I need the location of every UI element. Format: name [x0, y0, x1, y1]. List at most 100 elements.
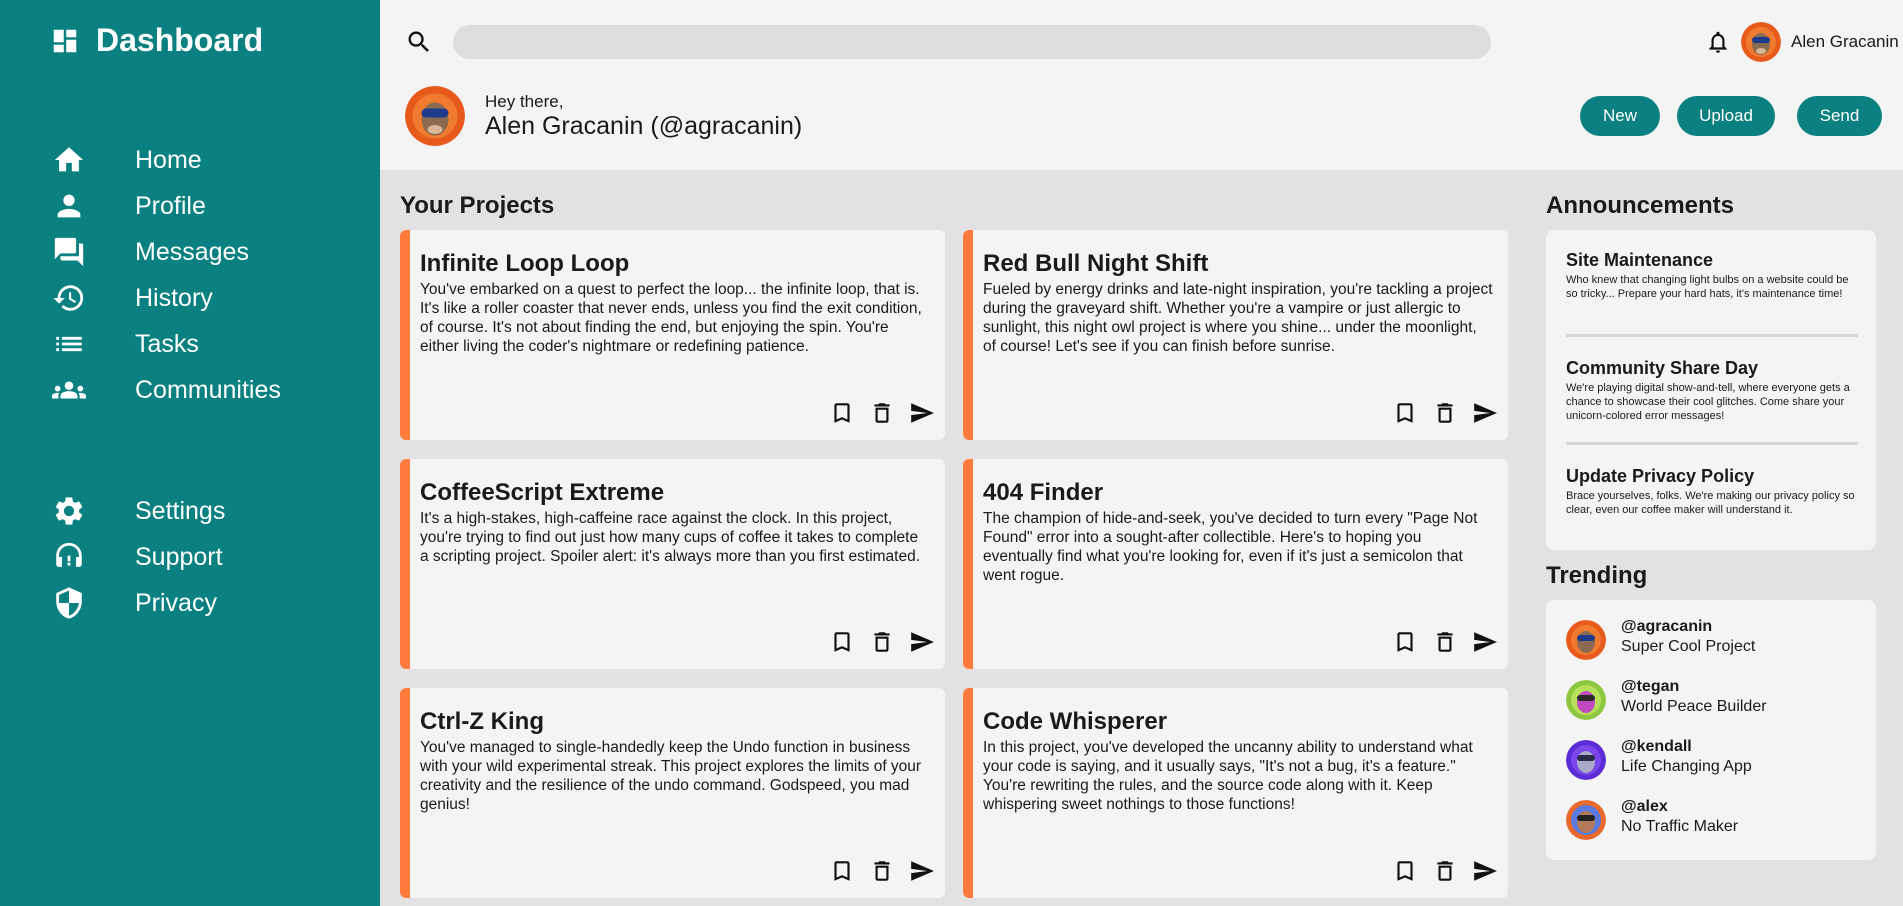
project-card[interactable]: 404 Finder The champion of hide-and-seek… — [963, 459, 1508, 669]
announcement-description: Who knew that changing light bulbs on a … — [1566, 274, 1849, 300]
sidebar-item-settings[interactable]: Settings — [50, 488, 370, 534]
project-card[interactable]: Code Whisperer In this project, you've d… — [963, 688, 1508, 898]
announcements-title: Announcements — [1546, 192, 1735, 219]
project-description: In this project, you've developed the un… — [983, 739, 1473, 813]
project-description: It's a high-stakes, high-caffeine race a… — [420, 510, 921, 565]
send-icon[interactable] — [909, 629, 935, 655]
dashboard-icon — [53, 29, 77, 52]
home-icon — [50, 141, 88, 179]
sidebar-item-privacy[interactable]: Privacy — [50, 580, 370, 626]
avatar — [1566, 620, 1606, 660]
project-description: Fueled by energy drinks and late-night i… — [983, 281, 1493, 355]
bookmark-icon[interactable] — [829, 858, 855, 884]
send-icon[interactable] — [1472, 858, 1498, 884]
bookmark-icon[interactable] — [1392, 629, 1418, 655]
card-accent — [400, 688, 410, 898]
announcement-item[interactable]: Community Share Day We're playing digita… — [1566, 358, 1858, 423]
project-title: Red Bull Night Shift — [983, 250, 1209, 277]
trending-item[interactable]: @agracanin Super Cool Project — [1566, 616, 1866, 664]
project-description: You've embarked on a quest to perfect th… — [420, 281, 922, 355]
main-nav: Home Profile Messages History Tasks Comm… — [50, 137, 370, 413]
trending-project: World Peace Builder — [1621, 698, 1767, 715]
groups-icon — [50, 371, 88, 409]
sidebar-item-label: Settings — [135, 496, 226, 525]
send-icon[interactable] — [909, 400, 935, 426]
project-card[interactable]: Ctrl-Z King You've managed to single-han… — [400, 688, 945, 898]
search-input[interactable] — [453, 25, 1491, 59]
send-icon[interactable] — [1472, 400, 1498, 426]
trash-icon[interactable] — [869, 400, 895, 426]
trash-icon[interactable] — [869, 858, 895, 884]
bell-icon[interactable] — [1705, 29, 1731, 55]
header: Alen Gracanin Hey there, Alen Gracanin (… — [380, 0, 1903, 170]
username[interactable]: Alen Gracanin — [1791, 32, 1899, 52]
sidebar-item-label: History — [135, 283, 213, 312]
trending-title: Trending — [1546, 562, 1648, 589]
project-title: 404 Finder — [983, 479, 1104, 506]
bookmark-icon[interactable] — [1392, 858, 1418, 884]
trending-panel: @agracanin Super Cool Project @tegan Wor… — [1546, 600, 1876, 860]
gear-icon — [50, 492, 88, 530]
project-description: The champion of hide-and-seek, you've de… — [983, 510, 1478, 584]
trending-project: Super Cool Project — [1621, 638, 1756, 655]
sidebar-item-history[interactable]: History — [50, 275, 370, 321]
sidebar-item-label: Support — [135, 542, 223, 571]
sidebar-item-label: Messages — [135, 237, 249, 266]
sidebar-item-home[interactable]: Home — [50, 137, 370, 183]
sidebar-item-tasks[interactable]: Tasks — [50, 321, 370, 367]
trending-handle: @agracanin — [1621, 618, 1713, 635]
card-accent — [963, 459, 973, 669]
bookmark-icon[interactable] — [829, 400, 855, 426]
sidebar-item-label: Privacy — [135, 588, 217, 617]
bookmark-icon[interactable] — [829, 629, 855, 655]
project-card[interactable]: CoffeeScript Extreme It's a high-stakes,… — [400, 459, 945, 669]
announcement-title: Update Privacy Policy — [1566, 466, 1755, 486]
sidebar-item-communities[interactable]: Communities — [50, 367, 370, 413]
shield-icon — [50, 584, 88, 622]
announcement-title: Site Maintenance — [1566, 250, 1714, 270]
card-accent — [400, 459, 410, 669]
send-icon[interactable] — [909, 858, 935, 884]
search-icon[interactable] — [405, 28, 433, 56]
trash-icon[interactable] — [869, 629, 895, 655]
card-accent — [963, 230, 973, 440]
trending-project: Life Changing App — [1621, 758, 1752, 775]
brand[interactable]: Dashboard — [50, 22, 263, 59]
project-card[interactable]: Red Bull Night Shift Fueled by energy dr… — [963, 230, 1508, 440]
project-title: Infinite Loop Loop — [420, 250, 630, 277]
project-title: CoffeeScript Extreme — [420, 479, 665, 506]
trending-item[interactable]: @tegan World Peace Builder — [1566, 676, 1866, 724]
trending-item[interactable]: @alex No Traffic Maker — [1566, 796, 1866, 844]
avatar[interactable] — [1741, 22, 1781, 62]
sidebar: Dashboard Home Profile Messages History … — [0, 0, 380, 906]
headset-icon — [50, 538, 88, 576]
project-description: You've managed to single-handedly keep t… — [420, 739, 922, 813]
trending-item[interactable]: @kendall Life Changing App — [1566, 736, 1866, 784]
trash-icon[interactable] — [1432, 400, 1458, 426]
sidebar-item-messages[interactable]: Messages — [50, 229, 370, 275]
sidebar-item-label: Communities — [135, 375, 281, 404]
send-icon[interactable] — [1472, 629, 1498, 655]
new-button[interactable]: New — [1580, 96, 1660, 136]
greeting: Hey there, — [485, 92, 564, 111]
project-card[interactable]: Infinite Loop Loop You've embarked on a … — [400, 230, 945, 440]
announcement-item[interactable]: Site Maintenance Who knew that changing … — [1566, 250, 1858, 301]
history-icon — [50, 279, 88, 317]
avatar — [1566, 800, 1606, 840]
project-title: Code Whisperer — [983, 708, 1168, 735]
announcement-item[interactable]: Update Privacy Policy Brace yourselves, … — [1566, 466, 1858, 517]
upload-button[interactable]: Upload — [1677, 96, 1775, 136]
profile-avatar — [405, 86, 465, 146]
user-fullname: Alen Gracanin (@agracanin) — [485, 112, 803, 140]
trash-icon[interactable] — [1432, 858, 1458, 884]
bookmark-icon[interactable] — [1392, 400, 1418, 426]
list-icon — [50, 325, 88, 363]
announcements-panel: Site Maintenance Who knew that changing … — [1546, 230, 1876, 550]
trash-icon[interactable] — [1432, 629, 1458, 655]
brand-title: Dashboard — [96, 22, 264, 58]
announcement-description: Brace yourselves, folks. We're making ou… — [1566, 490, 1855, 516]
sidebar-item-support[interactable]: Support — [50, 534, 370, 580]
sidebar-item-label: Tasks — [135, 329, 199, 358]
sidebar-item-profile[interactable]: Profile — [50, 183, 370, 229]
send-button[interactable]: Send — [1797, 96, 1882, 136]
